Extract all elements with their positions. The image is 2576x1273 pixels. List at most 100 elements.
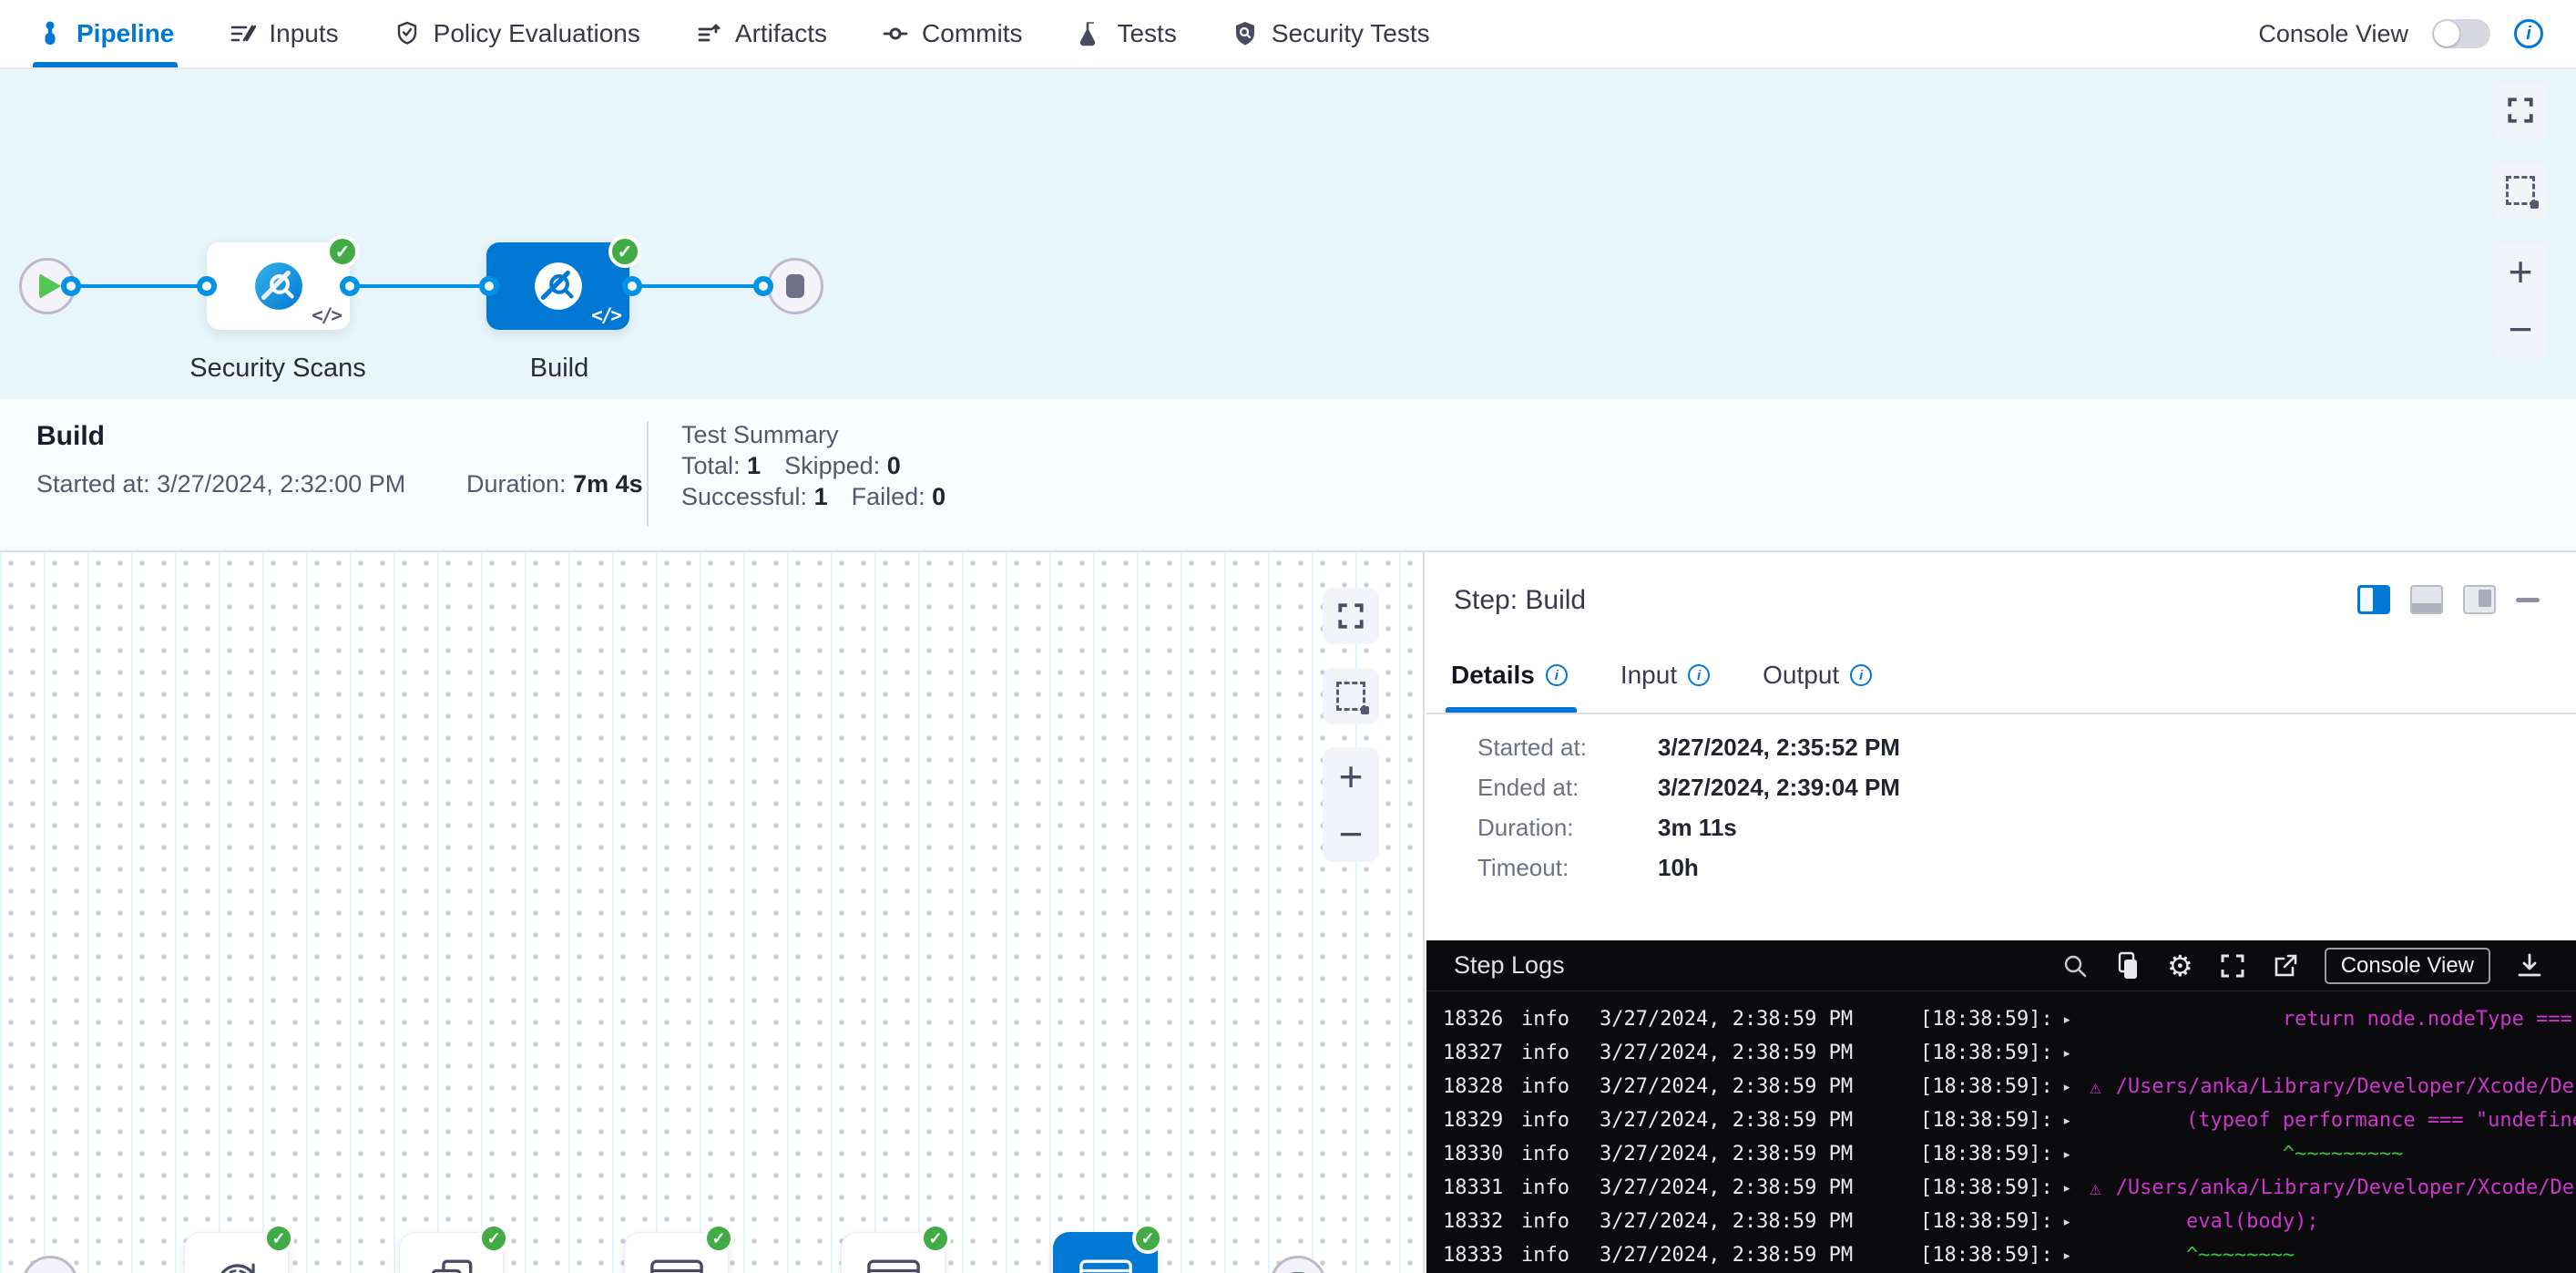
- caret-icon[interactable]: ▸: [2062, 1044, 2090, 1063]
- detail-row: Timeout: 10h: [1426, 847, 2576, 888]
- tab-output[interactable]: Output i: [1763, 638, 1872, 713]
- tab-policy-evaluations[interactable]: Policy Evaluations: [394, 0, 640, 67]
- zoom-controls: + −: [1323, 747, 1379, 862]
- tab-pipeline[interactable]: Pipeline: [36, 0, 174, 67]
- warning-icon: ⚠: [2090, 1076, 2101, 1098]
- stage-graph-canvas[interactable]: </> ✓ </> ✓ Security Scans Build +: [0, 69, 2576, 399]
- layout-bottom-icon[interactable]: [2410, 585, 2443, 614]
- line-number: 18327: [1443, 1042, 1521, 1064]
- info-icon[interactable]: i: [1850, 664, 1872, 686]
- nav-tabs: Pipeline Inputs Policy Evaluations Artif…: [36, 0, 1430, 67]
- log-level: info: [1521, 1075, 1600, 1098]
- log-text: eval(body);: [2090, 1210, 2319, 1233]
- line-number: 18331: [1443, 1176, 1521, 1199]
- zoom-in-button[interactable]: +: [2492, 242, 2549, 300]
- fullscreen-button[interactable]: [2492, 82, 2549, 139]
- tab-label: Tests: [1117, 19, 1176, 48]
- caret-icon[interactable]: ▸: [2062, 1112, 2090, 1130]
- divider: [647, 421, 649, 527]
- log-level: info: [1521, 1244, 1600, 1267]
- log-time: [18:38:59]:: [1920, 1176, 2062, 1199]
- success-badge: ✓: [263, 1223, 294, 1254]
- line-number: 18329: [1443, 1109, 1521, 1132]
- download-icon[interactable]: [2516, 952, 2543, 980]
- caret-icon[interactable]: ▸: [2062, 1179, 2090, 1197]
- successful-label: Successful:: [681, 483, 807, 510]
- info-icon[interactable]: i: [2514, 19, 2543, 48]
- layout-drawer-icon[interactable]: [2463, 585, 2496, 614]
- tab-tests[interactable]: Tests: [1077, 0, 1176, 67]
- detail-row: Duration: 3m 11s: [1426, 807, 2576, 847]
- inputs-icon: [229, 20, 256, 47]
- tab-input[interactable]: Input i: [1620, 638, 1710, 713]
- success-badge: ✓: [920, 1223, 951, 1254]
- step-graph-canvas[interactable]: </> ✓ </> ✓ </> ✓ </> ✓: [0, 552, 1425, 1273]
- log-lines[interactable]: 18326info3/27/2024, 2:38:59 PM[18:38:59]…: [1426, 991, 2576, 1273]
- success-badge: ✓: [326, 235, 359, 268]
- stage-label[interactable]: Security Scans: [141, 354, 414, 384]
- search-icon[interactable]: [2061, 952, 2089, 980]
- zoom-in-button[interactable]: +: [1323, 747, 1379, 805]
- stage-title: Build: [36, 421, 105, 452]
- step-panel-title: Step: Build: [1454, 585, 1586, 616]
- info-icon[interactable]: i: [1688, 664, 1710, 686]
- tab-label: Details: [1451, 661, 1535, 690]
- caret-icon[interactable]: ▸: [2062, 1213, 2090, 1231]
- zoom-out-button[interactable]: −: [1323, 805, 1379, 862]
- test-summary-row2: Successful: 1Failed: 0: [681, 481, 946, 512]
- console-view-toggle[interactable]: [2432, 19, 2490, 48]
- marquee-select-button[interactable]: [2492, 162, 2549, 219]
- total-value: 1: [747, 452, 761, 479]
- log-row: 18329info3/27/2024, 2:38:59 PM[18:38:59]…: [1426, 1104, 2576, 1137]
- open-in-new-icon[interactable]: [2272, 952, 2299, 980]
- connector: [61, 276, 81, 296]
- detail-row: Started at: 3/27/2024, 2:35:52 PM: [1426, 727, 2576, 767]
- security-shield-icon: [1232, 20, 1259, 47]
- edge: [350, 284, 489, 288]
- log-row: 18333info3/27/2024, 2:38:59 PM[18:38:59]…: [1426, 1238, 2576, 1272]
- caret-icon[interactable]: ▸: [2062, 1078, 2090, 1096]
- log-row: 18327info3/27/2024, 2:38:59 PM[18:38:59]…: [1426, 1036, 2576, 1070]
- layout-split-right-icon[interactable]: [2357, 585, 2390, 614]
- tab-label: Output: [1763, 661, 1839, 690]
- stage-node-build[interactable]: </>: [486, 242, 629, 330]
- detail-row: Ended at: 3/27/2024, 2:39:04 PM: [1426, 767, 2576, 807]
- detail-value: 3m 11s: [1658, 814, 1737, 842]
- tab-details[interactable]: Details i: [1451, 638, 1568, 713]
- fullscreen-button[interactable]: [1323, 588, 1379, 644]
- tab-security-tests[interactable]: Security Tests: [1232, 0, 1430, 67]
- log-time: [18:38:59]:: [1920, 1075, 2062, 1098]
- nav-right: Console View i: [2258, 19, 2543, 48]
- stage-summary-band: Build Started at: 3/27/2024, 2:32:00 PM …: [0, 399, 2576, 552]
- tab-inputs[interactable]: Inputs: [229, 0, 338, 67]
- expand-icon[interactable]: [2219, 952, 2246, 980]
- log-text: ^~~~~~~~~~: [2090, 1143, 2403, 1165]
- info-icon[interactable]: i: [1546, 664, 1568, 686]
- marquee-select-button[interactable]: [1323, 668, 1379, 724]
- log-text: /Users/anka/Library/Developer/Xcode/De: [2116, 1176, 2574, 1199]
- zoom-controls: + −: [2492, 242, 2549, 357]
- log-row: 18328info3/27/2024, 2:38:59 PM[18:38:59]…: [1426, 1070, 2576, 1104]
- copy-icon[interactable]: [2114, 951, 2142, 980]
- log-date: 3/27/2024, 2:38:59 PM: [1600, 1176, 1920, 1199]
- code-icon: </>: [312, 304, 341, 326]
- minimize-icon[interactable]: [2516, 598, 2540, 602]
- caret-icon[interactable]: ▸: [2062, 1011, 2090, 1029]
- log-date: 3/27/2024, 2:38:59 PM: [1600, 1210, 1920, 1233]
- play-icon: [39, 273, 61, 299]
- fullscreen-icon: [2506, 96, 2535, 125]
- caret-icon[interactable]: ▸: [2062, 1247, 2090, 1265]
- success-badge: ✓: [478, 1223, 509, 1254]
- gear-icon[interactable]: ⚙: [2167, 951, 2193, 980]
- zoom-out-button[interactable]: −: [2492, 300, 2549, 357]
- build-stage-icon: [532, 260, 585, 313]
- tab-artifacts[interactable]: Artifacts: [695, 0, 827, 67]
- tab-commits[interactable]: Commits: [882, 0, 1022, 67]
- log-time: [18:38:59]:: [1920, 1008, 2062, 1031]
- console-view-button[interactable]: Console View: [2325, 948, 2490, 984]
- caret-icon[interactable]: ▸: [2062, 1145, 2090, 1164]
- stage-label[interactable]: Build: [423, 354, 696, 384]
- terminal-icon: [1078, 1257, 1134, 1273]
- success-badge: ✓: [1132, 1223, 1163, 1254]
- connector: [753, 276, 773, 296]
